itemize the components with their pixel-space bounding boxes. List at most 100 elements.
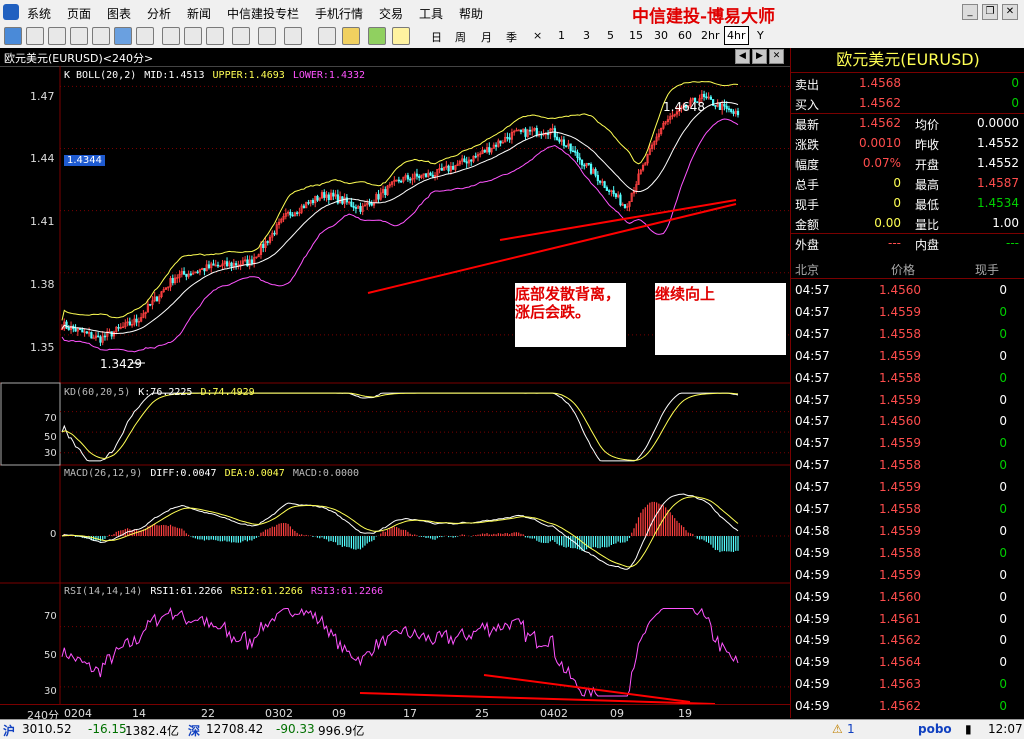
menu-analysis[interactable]: 分析 [147, 5, 171, 22]
trade-price: 1.4559 [879, 392, 921, 407]
menu-trade[interactable]: 交易 [379, 5, 403, 22]
draw-icon[interactable] [318, 27, 336, 45]
period-4hr[interactable]: 4hr [724, 26, 749, 45]
candle-body [619, 194, 622, 206]
alert-count[interactable]: 1 [847, 722, 855, 736]
candle-body [400, 180, 403, 183]
trade-row: 04:59 1.4564 0 [791, 651, 1024, 673]
candle-body [596, 174, 599, 182]
trade-price: 1.4561 [879, 611, 921, 626]
candle-body [429, 172, 432, 176]
candle-body [709, 96, 712, 100]
trade-time: 04:59 [795, 655, 830, 670]
quote-value-2: 1.4552 [977, 136, 1019, 150]
trade-qty: 0 [999, 655, 1007, 670]
x-axis: 240分 0204 14 22 0302 09 17 25 0402 09 19 [0, 704, 790, 722]
trade-qty: 0 [999, 436, 1007, 451]
period-day[interactable]: 日 [431, 29, 442, 45]
trade-price: 1.4558 [879, 545, 921, 560]
trade-price: 1.4563 [879, 677, 921, 692]
menu-system[interactable]: 系统 [27, 5, 51, 22]
candle-body [216, 264, 220, 267]
candle-body [266, 241, 269, 243]
menu-chart[interactable]: 图表 [107, 5, 131, 22]
candle-body [225, 261, 229, 267]
trade-qty: 0 [999, 283, 1007, 297]
menu-column[interactable]: 中信建投专栏 [227, 5, 299, 22]
quote-list-icon[interactable] [4, 27, 22, 45]
candle-body [528, 129, 532, 132]
candle-body [702, 93, 706, 98]
restore-icon[interactable]: ❐ [982, 4, 998, 20]
alert-icon[interactable]: ⚠ [832, 722, 843, 736]
boll-info: K BOLL(20,2) MID:1.4513 UPPER:1.4693 LOW… [64, 70, 367, 81]
candle-body [171, 278, 174, 284]
period-month[interactable]: 月 [481, 29, 492, 45]
alarm-bell-icon[interactable] [342, 27, 360, 45]
boll-lower-line [61, 118, 739, 353]
cursor-icon[interactable] [232, 27, 250, 45]
close-icon[interactable]: ✕ [1002, 4, 1018, 20]
sz-index: 12708.42 [206, 722, 264, 736]
period-3[interactable]: 3 [583, 29, 590, 42]
indicator-icon[interactable] [368, 27, 386, 45]
refresh-icon[interactable] [162, 27, 180, 45]
trade-row: 04:59 1.4560 0 [791, 586, 1024, 608]
menu-help[interactable]: 帮助 [459, 5, 483, 22]
minimize-icon[interactable]: _ [962, 4, 978, 20]
fio-icon[interactable] [136, 27, 154, 45]
candle-body [594, 169, 597, 176]
macd-tick: 0 [50, 529, 57, 540]
table-icon[interactable] [92, 27, 110, 45]
candle-body [440, 168, 443, 171]
menu-page[interactable]: 页面 [67, 5, 91, 22]
candle-body [289, 211, 292, 216]
report-icon[interactable] [26, 27, 44, 45]
period-30[interactable]: 30 [654, 29, 668, 42]
zoom-out-icon[interactable] [206, 27, 224, 45]
menu-mobile[interactable]: 手机行情 [315, 5, 363, 22]
kd-name: KD(60,20,5) [64, 387, 131, 398]
chart-close-icon[interactable]: ✕ [769, 49, 784, 64]
period-quarter[interactable]: 季 [506, 29, 517, 45]
rsi-info: RSI(14,14,14) RSI1:61.2266 RSI2:61.2266 … [64, 586, 385, 597]
macd-macd: MACD:0.0000 [292, 468, 360, 479]
period-60[interactable]: 60 [678, 29, 692, 42]
flash-icon[interactable] [392, 27, 410, 45]
import-icon[interactable] [284, 27, 302, 45]
price-tick: 1.47 [30, 90, 55, 103]
menu-news[interactable]: 新闻 [187, 5, 211, 22]
export-icon[interactable] [258, 27, 276, 45]
period-tick[interactable]: × [533, 29, 542, 42]
chart-area[interactable] [0, 66, 790, 704]
quote-label-2: 均价 [915, 118, 940, 132]
scroll-left-icon[interactable]: ◀ [735, 49, 750, 64]
candle-body [92, 337, 95, 340]
chart-icon[interactable] [114, 27, 132, 45]
period-1[interactable]: 1 [558, 29, 565, 42]
trade-price: 1.4564 [879, 655, 921, 670]
period-2hr[interactable]: 2hr [701, 29, 720, 42]
trade-qty: 0 [999, 348, 1007, 363]
candle-body [598, 180, 602, 183]
trade-time: 04:59 [795, 677, 830, 692]
period-year[interactable]: Y [757, 29, 764, 42]
candle-body [296, 212, 299, 215]
quote-value: --- [888, 236, 901, 250]
trade-row: 04:57 1.4560 0 [791, 279, 1024, 301]
grid-icon[interactable] [48, 27, 66, 45]
candle-body [431, 174, 434, 177]
quote-row: 买入 1.4562 0 [791, 93, 1024, 114]
app-logo [3, 4, 19, 20]
period-5[interactable]: 5 [607, 29, 614, 42]
trade-time: 04:58 [795, 523, 830, 538]
zoom-in-icon[interactable] [184, 27, 202, 45]
period-week[interactable]: 周 [455, 29, 466, 45]
candle-body [117, 326, 120, 329]
kd-tick: 70 [44, 413, 57, 424]
list-icon[interactable] [70, 27, 88, 45]
trade-row: 04:57 1.4559 0 [791, 432, 1024, 454]
scroll-right-icon[interactable]: ▶ [752, 49, 767, 64]
menu-tools[interactable]: 工具 [419, 5, 443, 22]
period-15[interactable]: 15 [629, 29, 643, 42]
